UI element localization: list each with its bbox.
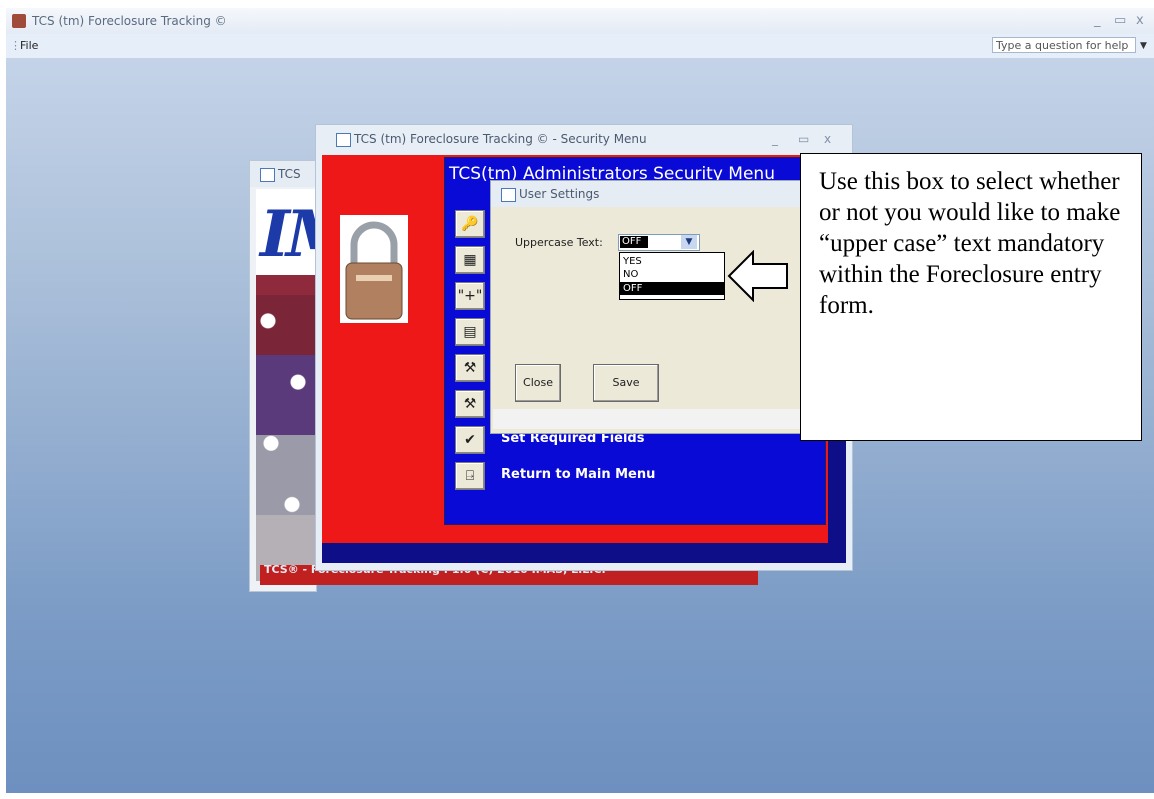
flag-image bbox=[256, 275, 316, 581]
status-bar bbox=[493, 409, 805, 429]
minimize-button[interactable]: _ bbox=[1094, 8, 1101, 34]
restore-button[interactable]: ▭ bbox=[798, 125, 809, 153]
uppercase-text-label: Uppercase Text: bbox=[515, 236, 603, 249]
restore-button[interactable]: ▭ bbox=[1114, 8, 1126, 34]
tools-button[interactable]: ⚒ bbox=[455, 354, 485, 382]
quote-plus-button[interactable]: "+" bbox=[455, 282, 485, 310]
option-no[interactable]: NO bbox=[620, 268, 724, 281]
chevron-down-icon[interactable]: ▼ bbox=[681, 235, 697, 249]
key-icon: 🔑 bbox=[461, 216, 479, 232]
uppercase-text-select[interactable]: OFF ▼ bbox=[618, 234, 700, 251]
app-title: TCS (tm) Foreclosure Tracking © bbox=[32, 14, 227, 28]
help-search-input[interactable]: Type a question for help bbox=[992, 37, 1136, 53]
uppercase-options-list[interactable]: YES NO OFF bbox=[619, 252, 725, 300]
close-button[interactable]: x bbox=[824, 125, 831, 153]
return-to-main-menu-label[interactable]: Return to Main Menu bbox=[501, 467, 655, 482]
app-logo-icon bbox=[12, 14, 26, 28]
tools-button[interactable]: ⚒ bbox=[455, 390, 485, 418]
minimize-button[interactable]: _ bbox=[772, 125, 778, 153]
padlock-icon bbox=[340, 215, 408, 323]
set-required-fields-button[interactable]: ✔ bbox=[455, 426, 485, 454]
uppercase-text-value: OFF bbox=[620, 236, 648, 248]
close-button[interactable]: x bbox=[1136, 8, 1144, 34]
main-menu-titlebar: TCS bbox=[250, 161, 316, 187]
security-menu-title: TCS (tm) Foreclosure Tracking © - Securi… bbox=[354, 132, 647, 146]
user-settings-title: User Settings bbox=[519, 187, 600, 201]
users-button[interactable]: ▦ bbox=[455, 246, 485, 274]
option-off[interactable]: OFF bbox=[620, 282, 724, 295]
form-icon bbox=[336, 133, 351, 147]
exit-door-icon: ⍈ bbox=[465, 468, 475, 484]
form-icon bbox=[260, 168, 275, 182]
security-menu-titlebar: TCS (tm) Foreclosure Tracking © - Securi… bbox=[316, 125, 852, 153]
tools-icon: ⚒ bbox=[463, 396, 477, 412]
return-to-main-menu-button[interactable]: ⍈ bbox=[455, 462, 485, 490]
menubar: ⋮ File Type a question for help ▼ bbox=[6, 34, 1154, 59]
form-button[interactable]: ▤ bbox=[455, 318, 485, 346]
main-menu-form[interactable]: TCS IM bbox=[249, 160, 357, 592]
form-icon bbox=[501, 188, 516, 202]
instruction-callout: Use this box to select whether or not yo… bbox=[800, 153, 1142, 441]
option-yes[interactable]: YES bbox=[620, 255, 724, 268]
user-settings-titlebar: User Settings bbox=[491, 181, 807, 207]
close-button[interactable]: Close bbox=[515, 364, 561, 402]
user-settings-dialog: User Settings Uppercase Text: OFF ▼ YES … bbox=[490, 180, 808, 434]
checkmark-icon: ✔ bbox=[464, 432, 476, 448]
save-button[interactable]: Save bbox=[593, 364, 659, 402]
menu-file[interactable]: File bbox=[20, 34, 38, 58]
quote-plus-icon: "+" bbox=[457, 288, 483, 304]
main-menu-title: TCS bbox=[278, 167, 301, 181]
form-icon: ▤ bbox=[463, 324, 477, 340]
help-dropdown-icon[interactable]: ▼ bbox=[1140, 34, 1147, 58]
users-icon: ▦ bbox=[463, 252, 477, 268]
callout-arrow-icon bbox=[727, 250, 788, 302]
app-titlebar: TCS (tm) Foreclosure Tracking © _ ▭ x bbox=[6, 8, 1154, 34]
tools-icon: ⚒ bbox=[463, 360, 477, 376]
key-button[interactable]: 🔑 bbox=[455, 210, 485, 238]
